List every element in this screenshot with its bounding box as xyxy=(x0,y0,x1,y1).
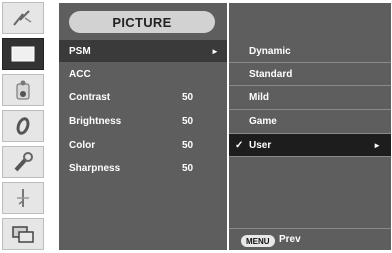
menu-item-value: 50 xyxy=(182,91,194,103)
menu-item-label: Color xyxy=(69,139,96,151)
submenu-option-label: User xyxy=(249,139,272,151)
tracking-icon[interactable] xyxy=(2,110,44,142)
divider xyxy=(229,228,391,229)
picture-adjust-icon[interactable] xyxy=(2,2,44,34)
menu-item-acc[interactable]: ACC xyxy=(59,63,227,85)
pip-icon[interactable] xyxy=(2,218,44,250)
color-icon[interactable] xyxy=(2,74,44,106)
submenu-option-label: Standard xyxy=(249,68,293,80)
menu-item-brightness[interactable]: Brightness 50 xyxy=(59,110,227,132)
submenu-option-label: Dynamic xyxy=(249,45,291,57)
menu-item-value: 50 xyxy=(182,115,194,127)
menu-item-psm[interactable]: PSM ► xyxy=(59,40,227,62)
submenu-option-user[interactable]: ✓ User ► xyxy=(229,134,391,156)
divider xyxy=(229,156,391,157)
submenu-option-label: Game xyxy=(249,115,277,127)
sidebar xyxy=(2,2,44,251)
screen-icon[interactable] xyxy=(2,38,44,70)
menu-item-value: 50 xyxy=(182,139,194,151)
submenu-panel: Dynamic Standard Mild Game ✓ User ► MENU… xyxy=(229,3,391,250)
check-icon: ✓ xyxy=(235,139,244,151)
menu-button[interactable]: MENU xyxy=(241,235,275,247)
menu-item-sharpness[interactable]: Sharpness 50 xyxy=(59,157,227,179)
menu-title: PICTURE xyxy=(69,11,215,33)
menu-item-label: Contrast xyxy=(69,91,111,103)
submenu-option-mild[interactable]: Mild xyxy=(229,86,391,108)
menu-item-label: PSM xyxy=(69,45,91,57)
submenu-option-game[interactable]: Game xyxy=(229,110,391,132)
input-icon[interactable] xyxy=(2,182,44,214)
menu-item-value: 50 xyxy=(182,162,194,174)
submenu-option-dynamic[interactable]: Dynamic xyxy=(229,40,391,62)
menu-item-label: ACC xyxy=(69,68,91,80)
submenu-option-standard[interactable]: Standard xyxy=(229,63,391,85)
submenu-option-label: Mild xyxy=(249,91,269,103)
osd-menu: PICTURE PSM ► ACC Contrast 50 Brightness… xyxy=(0,0,392,253)
setup-icon[interactable] xyxy=(2,146,44,178)
menu-item-color[interactable]: Color 50 xyxy=(59,134,227,156)
menu-item-label: Brightness xyxy=(69,115,122,127)
menu-item-contrast[interactable]: Contrast 50 xyxy=(59,86,227,108)
chevron-right-icon: ► xyxy=(211,46,219,56)
prev-label: Prev xyxy=(279,234,301,245)
chevron-right-icon: ► xyxy=(373,140,381,150)
main-menu-panel: PICTURE PSM ► ACC Contrast 50 Brightness… xyxy=(59,3,227,250)
menu-item-label: Sharpness xyxy=(69,162,121,174)
